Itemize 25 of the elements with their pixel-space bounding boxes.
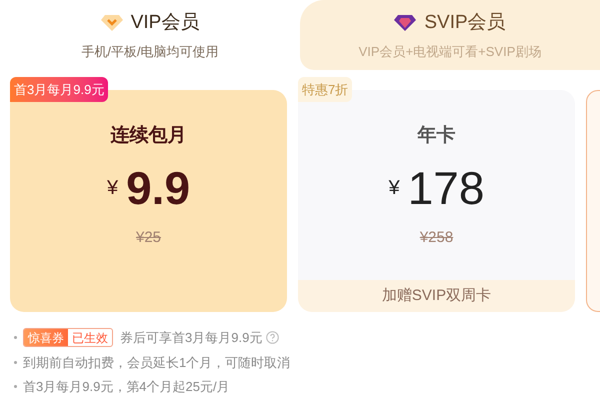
coupon-status: 已生效: [71, 330, 109, 346]
plan-price: 178: [408, 164, 484, 210]
note-text: 首3月每月9.9元，第4个月起25元/月: [23, 378, 230, 396]
original-price: ¥25: [136, 228, 162, 248]
tab-title: VIP会员: [130, 11, 200, 35]
plan-card[interactable]: [586, 90, 600, 312]
currency-symbol: ¥: [388, 176, 400, 200]
coupon-label: 惊喜券: [24, 329, 68, 346]
promo-badge: 特惠7折: [298, 77, 352, 102]
gift-banner: 加赠SVIP双周卡: [298, 280, 575, 312]
help-icon[interactable]: [266, 331, 280, 344]
note-text: 券后可享首3月每月9.9元: [120, 329, 262, 347]
plan-tab[interactable]: SVIP会员 VIP会员+电视端可看+SVIP剧场: [300, 0, 600, 70]
currency-symbol: ¥: [106, 176, 118, 200]
tab-subtitle: VIP会员+电视端可看+SVIP剧场: [358, 42, 542, 60]
gem-icon: [100, 14, 123, 32]
plan-name: 年卡: [418, 124, 456, 148]
original-price: ¥258: [420, 228, 454, 248]
plan-name: 连续包月: [110, 124, 186, 148]
promo-badge: 首3月每月9.9元: [10, 77, 108, 102]
gem-icon: [394, 14, 416, 32]
tab-title: SVIP会员: [424, 11, 506, 35]
note-text: 到期前自动扣费，会员延长1个月，可随时取消: [23, 354, 290, 372]
tab-subtitle: 手机/平板/电脑均可使用: [81, 42, 219, 60]
plan-price: 9.9: [126, 164, 190, 210]
